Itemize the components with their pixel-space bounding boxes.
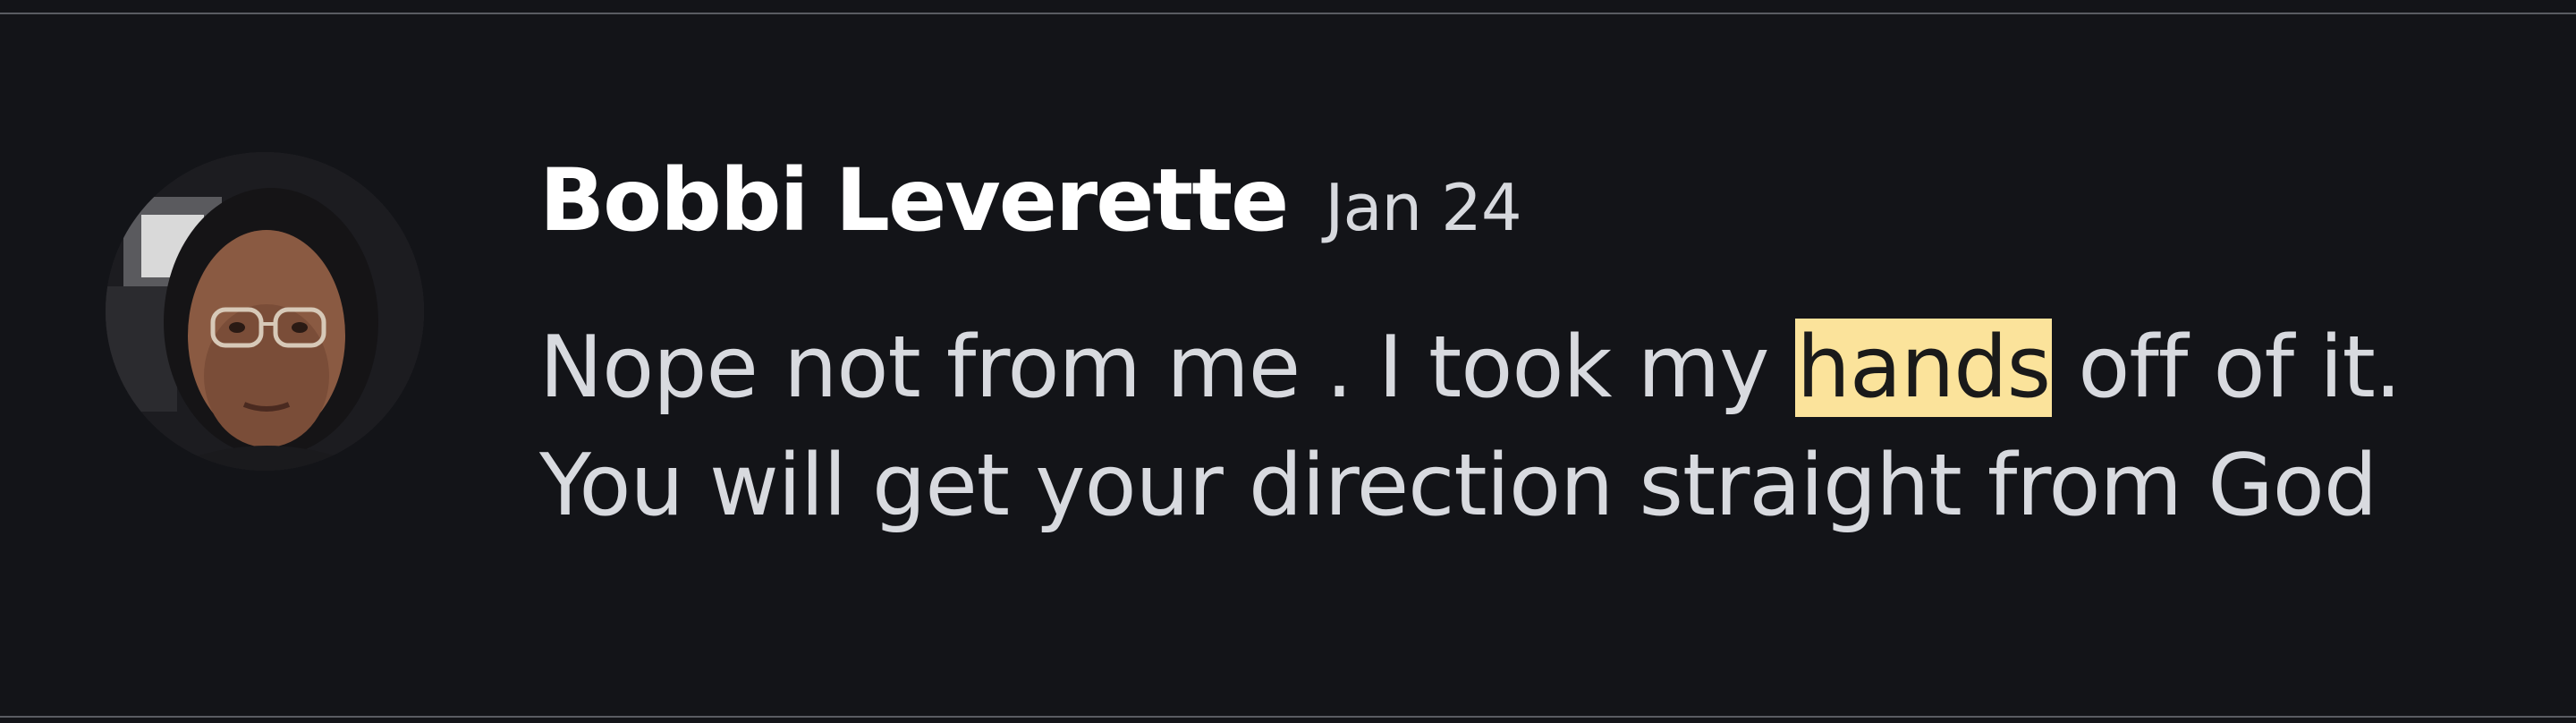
message-text-before: Nope not from me . I took my — [539, 319, 1795, 417]
comment-date[interactable]: Jan 24 — [1325, 170, 1521, 245]
avatar-photo — [106, 152, 424, 471]
comment-header: Bobbi Leverette Jan 24 — [539, 150, 1522, 251]
author-name[interactable]: Bobbi Leverette — [539, 150, 1289, 251]
search-highlight: hands — [1794, 319, 2053, 417]
comment-body: Nope not from me . I took my hands off o… — [539, 309, 2507, 545]
comment-card: Bobbi Leverette Jan 24 Nope not from me … — [0, 0, 2576, 723]
message-text-after: off of it. — [2052, 319, 2402, 417]
bottom-divider — [0, 716, 2576, 718]
top-divider — [0, 13, 2576, 14]
comment-line-1: Nope not from me . I took my hands off o… — [539, 309, 2507, 427]
avatar[interactable] — [106, 152, 424, 471]
comment-line-2: You will get your direction straight fro… — [539, 437, 2377, 535]
